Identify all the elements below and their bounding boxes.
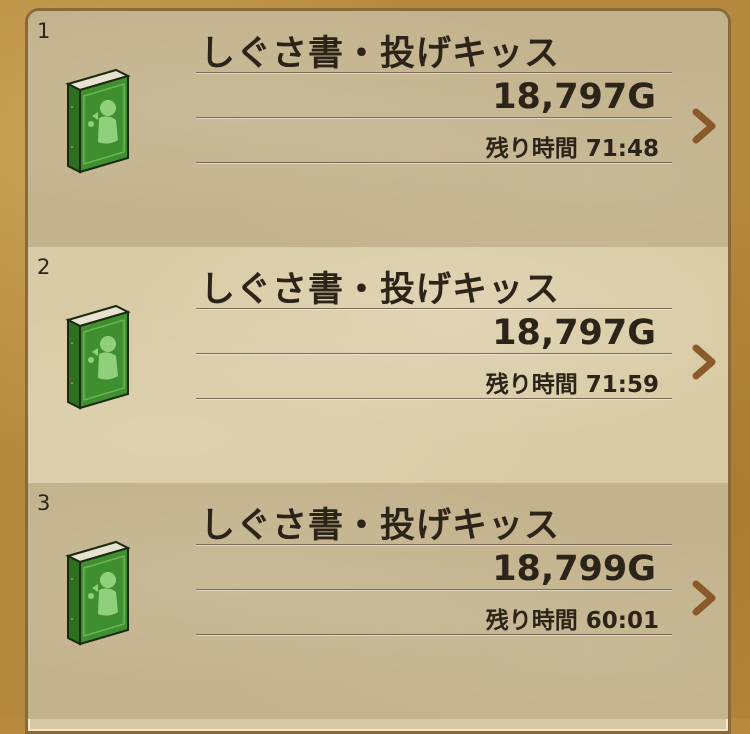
divider xyxy=(196,544,672,545)
time-remaining: 残り時間 60:01 xyxy=(485,608,659,634)
item-name: しぐさ書・投げキッス xyxy=(200,270,561,310)
listing-index: 1 xyxy=(37,19,51,43)
chevron-right-icon[interactable] xyxy=(690,578,718,618)
green-book-icon xyxy=(65,68,131,174)
item-name: しぐさ書・投げキッス xyxy=(200,506,561,546)
listing-row[interactable]: 3 しぐさ書・投げキッス 18,799G 残り時間 60:01 xyxy=(28,483,728,719)
time-remaining: 残り時間 71:48 xyxy=(485,136,659,162)
divider xyxy=(196,353,672,354)
listing-row[interactable]: 2 しぐさ書・投げキッス 18,797G 残り時間 71:59 xyxy=(28,247,728,483)
market-listing-panel: 1 しぐさ書・投げキッス 18,797G 残り時間 71:48 2 しぐさ書・投… xyxy=(25,8,731,734)
item-name: しぐさ書・投げキッス xyxy=(200,34,561,74)
listing-index: 2 xyxy=(37,255,51,279)
chevron-right-icon[interactable] xyxy=(690,342,718,382)
divider xyxy=(196,117,672,118)
item-price: 18,797G xyxy=(492,77,656,117)
divider xyxy=(196,162,672,163)
divider xyxy=(196,398,672,399)
divider xyxy=(196,589,672,590)
green-book-icon xyxy=(65,540,131,646)
item-price: 18,799G xyxy=(492,549,656,589)
divider xyxy=(196,308,672,309)
listing-row[interactable]: 1 しぐさ書・投げキッス 18,797G 残り時間 71:48 xyxy=(28,11,728,247)
green-book-icon xyxy=(65,304,131,410)
time-remaining: 残り時間 71:59 xyxy=(485,372,659,398)
item-price: 18,797G xyxy=(492,313,656,353)
divider xyxy=(196,634,672,635)
listing-index: 3 xyxy=(37,491,51,515)
chevron-right-icon[interactable] xyxy=(690,106,718,146)
divider xyxy=(196,72,672,73)
